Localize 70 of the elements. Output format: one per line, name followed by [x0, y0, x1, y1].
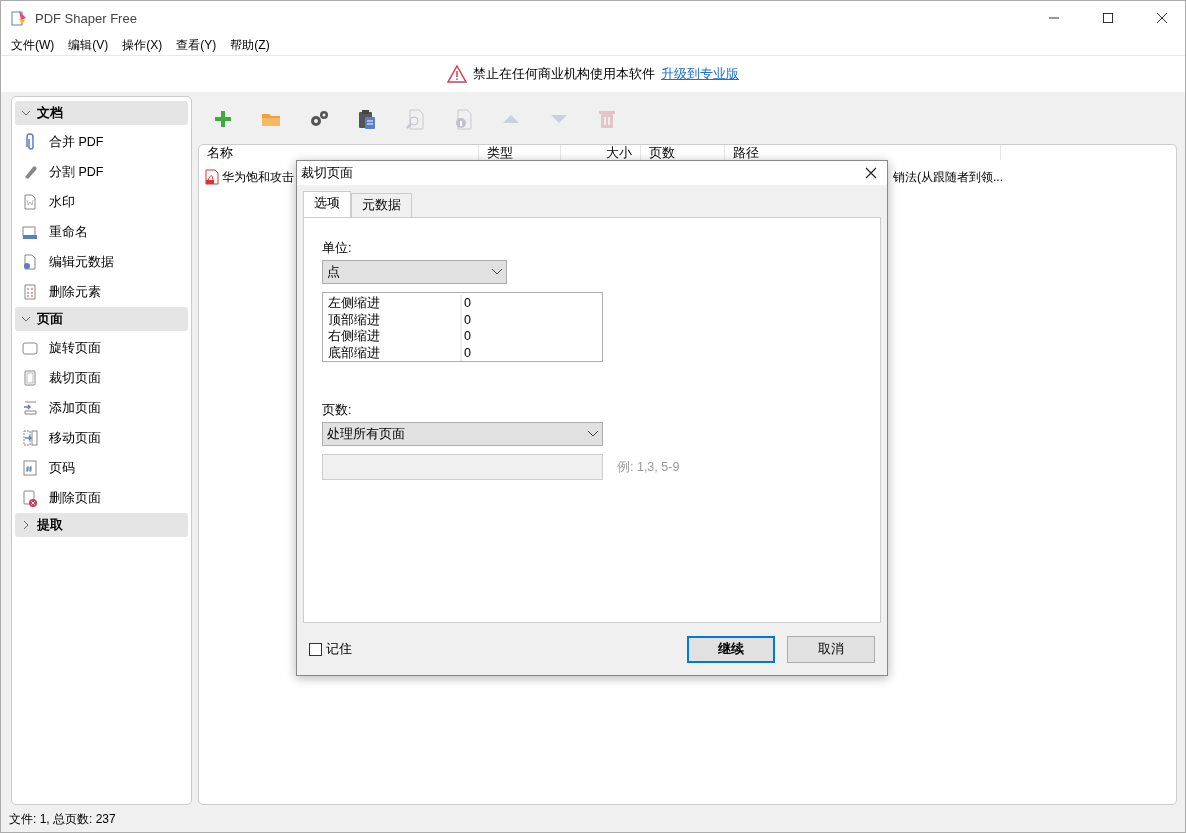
range-hint: 例: 1,3, 5-9 [617, 458, 680, 476]
menu-item[interactable]: 帮助(Z) [230, 36, 270, 54]
pages-dropdown[interactable]: 处理所有页面 [322, 422, 603, 446]
unit-dropdown[interactable]: 点 [322, 260, 507, 284]
warning-icon [447, 65, 467, 83]
sidebar-item[interactable]: 添加页面 [15, 393, 188, 423]
page-icon [21, 369, 39, 387]
dialog-tab[interactable]: 元数据 [351, 193, 412, 217]
sidebar-item[interactable]: 重命名 [15, 217, 188, 247]
app-logo-icon [11, 10, 27, 26]
menu-item[interactable]: 操作(X) [122, 36, 163, 54]
caret-icon [588, 431, 598, 437]
dialog-button[interactable]: 继续 [687, 635, 775, 663]
maximize-icon[interactable] [1103, 13, 1113, 23]
close-icon[interactable] [865, 167, 877, 179]
margin-value[interactable]: 0 [460, 328, 602, 345]
chevron-down-icon [21, 314, 31, 324]
dialog-tab[interactable]: 选项 [303, 191, 351, 217]
remember-checkbox[interactable] [309, 642, 322, 656]
menu-item[interactable]: 编辑(V) [68, 36, 109, 54]
close-icon[interactable] [1157, 13, 1167, 23]
sidebar-group-header[interactable]: 提取 [15, 513, 188, 537]
margin-value[interactable]: 0 [460, 311, 602, 328]
file-name: 华为饱和攻击 [222, 168, 294, 186]
margin-value[interactable]: 0 [460, 295, 602, 312]
unit-label: 单位: [322, 240, 353, 257]
sidebar-group-header[interactable]: 文档 [15, 101, 188, 125]
menu-item[interactable]: 文件(W) [11, 36, 55, 54]
caret-icon [492, 269, 502, 275]
menu-item[interactable]: 查看(Y) [176, 36, 217, 54]
status-text: 文件: 1, 总页数: 237 [1, 807, 1185, 832]
margin-label: 右侧缩进 [328, 328, 381, 345]
window-title: PDF Shaper Free [35, 10, 138, 26]
pages-label: 页数: [322, 402, 353, 419]
pdf-icon [205, 169, 219, 185]
margin-label: 顶部缩进 [328, 311, 381, 328]
document-list-icon [21, 283, 39, 301]
sidebar-group-header[interactable]: 页面 [15, 307, 188, 331]
warning-text: 禁止在任何商业机构使用本软件 [473, 65, 655, 83]
sidebar-item[interactable]: 删除元素 [15, 277, 188, 307]
plus-icon[interactable] [212, 108, 234, 130]
sidebar-item[interactable]: 合并 PDF [15, 127, 188, 157]
chevron-right-icon [21, 520, 31, 530]
sidebar-item[interactable]: 旋转页面 [15, 333, 188, 363]
sidebar-item[interactable]: 分割 PDF [15, 157, 188, 187]
dialog-title: 裁切页面 [301, 164, 353, 182]
dialog-button[interactable]: 取消 [787, 635, 875, 663]
sidebar-item[interactable]: 移动页面 [15, 423, 188, 453]
page-number-icon [21, 459, 39, 477]
margin-label: 底部缩进 [328, 344, 381, 361]
document-icon [21, 193, 39, 211]
clipboard-icon[interactable] [356, 108, 378, 130]
sidebar-item[interactable]: 删除页面 [15, 483, 188, 513]
margin-value[interactable]: 0 [460, 344, 602, 361]
page-range-field[interactable] [322, 454, 603, 480]
margin-label: 左侧缩进 [328, 295, 381, 312]
chevron-down-icon [21, 108, 31, 118]
move-page-icon [21, 429, 39, 447]
sidebar-item[interactable]: 页码 [15, 453, 188, 483]
sidebar-item[interactable]: 水印 [15, 187, 188, 217]
document-gear-icon [21, 253, 39, 271]
page-delete-icon [21, 489, 39, 507]
sidebar-item[interactable]: 裁切页面 [15, 363, 188, 393]
upgrade-link[interactable]: 升级到专业版 [661, 65, 739, 83]
rename-icon [21, 223, 39, 241]
page-icon [21, 339, 39, 357]
sidebar-item[interactable]: 编辑元数据 [15, 247, 188, 277]
remember-label: 记住 [326, 640, 352, 658]
add-page-icon [21, 399, 39, 417]
file-path: 销法(从跟随者到领... [893, 169, 1003, 184]
